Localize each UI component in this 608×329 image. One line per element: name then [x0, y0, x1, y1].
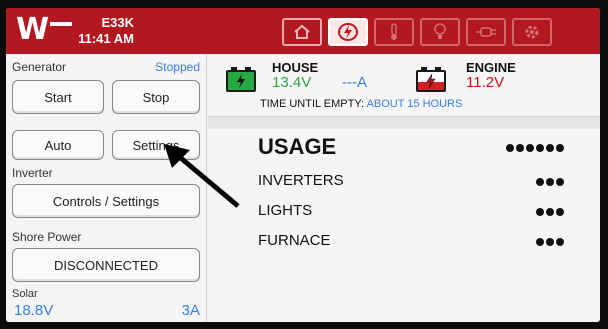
- plug-icon: [476, 27, 496, 37]
- usage-level-dot: [546, 238, 554, 246]
- usage-level-dot: [556, 208, 564, 216]
- house-current: ---A: [342, 74, 367, 91]
- tab-shore-power[interactable]: [466, 18, 506, 46]
- time-until-empty-label: TIME UNTIL EMPTY:: [260, 98, 365, 110]
- annotation-arrow: [164, 144, 240, 208]
- usage-level-dot: [536, 238, 544, 246]
- power-icon: [338, 23, 358, 41]
- generator-auto-button[interactable]: Auto: [12, 130, 104, 160]
- time-until-empty: TIME UNTIL EMPTY: ABOUT 15 HOURS: [260, 98, 462, 110]
- usage-level-dot: [546, 144, 554, 152]
- engine-battery-icon: [416, 67, 446, 92]
- usage-level-dot: [546, 208, 554, 216]
- generator-label: Generator: [12, 60, 67, 74]
- usage-item-furnace: FURNACE: [258, 232, 331, 249]
- generator-stop-button[interactable]: Stop: [112, 80, 200, 114]
- generator-status: Stopped: [155, 60, 200, 74]
- gear-icon: [525, 25, 539, 39]
- usage-item-lights-dots: [536, 208, 564, 216]
- solar-voltage: 18.8V: [14, 302, 54, 319]
- usage-level-dot: [536, 208, 544, 216]
- inverter-label: Inverter: [12, 166, 53, 180]
- time-until-empty-value: ABOUT 15 HOURS: [366, 98, 463, 110]
- usage-level-dot: [536, 178, 544, 186]
- solar-readout: 18.8V 3A: [6, 300, 206, 322]
- usage-level-dot: [516, 144, 524, 152]
- usage-level-dot: [556, 144, 564, 152]
- tab-lighting[interactable]: [420, 18, 460, 46]
- usage-total-dots: [506, 144, 564, 152]
- usage-level-dot: [506, 144, 514, 152]
- usage-level-dot: [556, 178, 564, 186]
- light-bulb-icon: [434, 23, 446, 39]
- house-battery-icon: [226, 67, 256, 92]
- thermometer-icon: [391, 23, 397, 40]
- clock: 11:41 AM: [78, 31, 134, 46]
- solar-current: 3A: [181, 302, 200, 319]
- brand-logo: W: [16, 12, 49, 47]
- usage-item-furnace-dots: [536, 238, 564, 246]
- usage-level-dot: [556, 238, 564, 246]
- tab-home[interactable]: [282, 18, 322, 46]
- shore-power-label: Shore Power: [12, 230, 82, 244]
- tab-climate[interactable]: [374, 18, 414, 46]
- tab-power[interactable]: [328, 18, 368, 46]
- unit-id: E33K: [101, 15, 134, 30]
- section-divider: [208, 116, 600, 129]
- house-label: HOUSE: [272, 60, 319, 75]
- shore-power-status-button[interactable]: DISCONNECTED: [12, 248, 200, 282]
- touchscreen: W E33K 11:41 AM Generator Stopped Start …: [6, 8, 600, 322]
- usage-item-inverters: INVERTERS: [258, 172, 344, 189]
- usage-item-inverters-dots: [536, 178, 564, 186]
- usage-title: USAGE: [258, 134, 337, 159]
- usage-level-dot: [536, 144, 544, 152]
- engine-label: ENGINE: [466, 60, 516, 75]
- header-bar: W E33K 11:41 AM: [6, 8, 600, 54]
- usage-level-dot: [526, 144, 534, 152]
- engine-voltage: 11.2V: [466, 74, 505, 91]
- home-icon: [294, 24, 310, 39]
- house-voltage: 13.4V: [272, 74, 312, 91]
- usage-level-dot: [546, 178, 554, 186]
- usage-item-lights: LIGHTS: [258, 202, 313, 219]
- generator-start-button[interactable]: Start: [12, 80, 104, 114]
- tab-settings[interactable]: [512, 18, 552, 46]
- solar-label: Solar: [12, 288, 38, 300]
- power-overview: HOUSE 13.4V ---A ENGINE 11.2V TIME UNTIL…: [208, 54, 600, 322]
